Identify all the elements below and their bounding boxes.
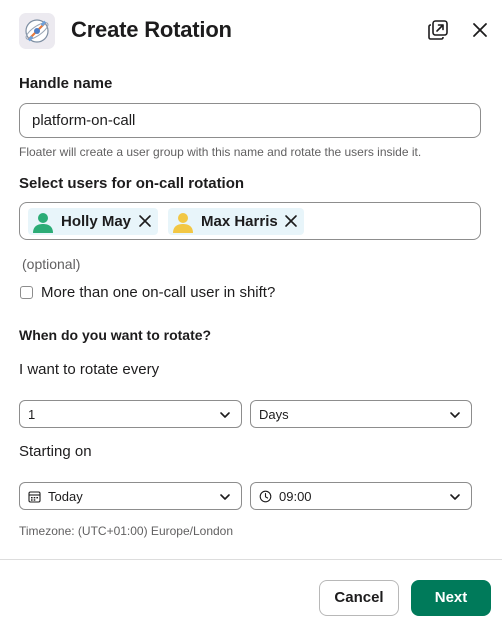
interval-unit-select[interactable]: Days <box>250 400 472 428</box>
close-button[interactable] <box>468 18 492 42</box>
next-button[interactable]: Next <box>411 580 491 616</box>
multi-user-checkbox[interactable] <box>20 286 33 299</box>
user-chip-max-harris: Max Harris <box>168 208 304 235</box>
popout-button[interactable] <box>426 18 450 42</box>
handle-name-input[interactable]: platform-on-call <box>19 103 481 138</box>
handle-name-hint: Floater will create a user group with th… <box>19 145 422 159</box>
create-rotation-modal: Create Rotation Handle name platform-on-… <box>0 0 502 626</box>
rotate-every-label: I want to rotate every <box>19 361 160 378</box>
popout-icon <box>428 20 448 40</box>
interval-number-value: 1 <box>28 407 36 422</box>
remove-user-icon[interactable] <box>284 214 298 228</box>
interval-unit-value: Days <box>259 407 289 422</box>
select-users-label: Select users for on-call rotation <box>19 175 245 192</box>
start-date-picker[interactable]: Today <box>19 482 242 510</box>
starting-on-label: Starting on <box>19 443 92 460</box>
start-time-picker[interactable]: 09:00 <box>250 482 472 510</box>
footer-divider <box>0 559 502 560</box>
chevron-down-icon <box>450 412 460 418</box>
user-chip-name: Max Harris <box>201 213 278 230</box>
multi-user-label[interactable]: More than one on-call user in shift? <box>41 284 275 301</box>
modal-title: Create Rotation <box>71 17 232 42</box>
optional-note: (optional) <box>22 256 81 272</box>
start-time-value: 09:00 <box>279 489 312 504</box>
floater-satellite-icon <box>19 13 55 49</box>
clock-icon <box>259 490 272 503</box>
timezone-text: Timezone: (UTC+01:00) Europe/London <box>19 524 234 538</box>
remove-user-icon[interactable] <box>138 214 152 228</box>
user-chip-name: Holly May <box>61 213 132 230</box>
close-icon <box>473 23 487 37</box>
user-avatar-icon <box>33 213 53 233</box>
chevron-down-icon <box>220 494 230 500</box>
handle-name-label: Handle name <box>19 75 113 92</box>
cancel-button[interactable]: Cancel <box>319 580 399 616</box>
calendar-icon <box>28 491 41 503</box>
interval-number-select[interactable]: 1 <box>19 400 242 428</box>
user-avatar-icon <box>173 213 193 233</box>
rotate-heading: When do you want to rotate? <box>19 327 212 343</box>
modal-header: Create Rotation <box>0 0 502 62</box>
chevron-down-icon <box>220 412 230 418</box>
chevron-down-icon <box>450 494 460 500</box>
users-multiselect[interactable]: Holly May Max Harris <box>19 202 481 240</box>
start-date-value: Today <box>48 489 83 504</box>
user-chip-holly-may: Holly May <box>28 208 158 235</box>
